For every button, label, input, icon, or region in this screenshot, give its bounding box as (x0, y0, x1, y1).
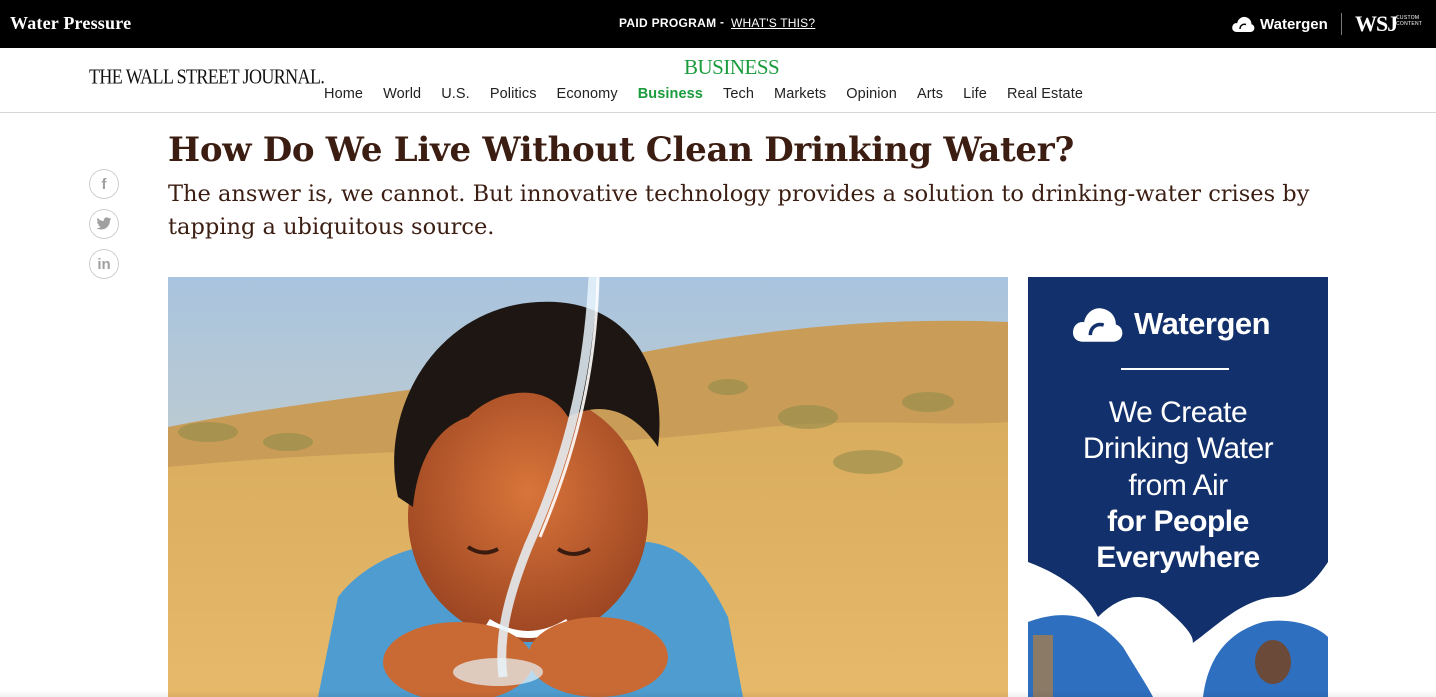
section-label[interactable]: BUSINESS (684, 55, 780, 80)
boy-drinking-water-photo (168, 277, 1008, 697)
ad-line-5: Everywhere (1096, 541, 1260, 574)
paid-program-label: PAID PROGRAM (619, 16, 717, 30)
paid-separator: - (720, 15, 724, 29)
nav-tech[interactable]: Tech (723, 86, 754, 102)
sponsor-name: Watergen (1260, 15, 1328, 33)
custom-content-label: CUSTOM CONTENT (1396, 15, 1423, 27)
top-bar: Water Pressure PAID PROGRAM - WHAT'S THI… (0, 0, 1436, 48)
nav-politics[interactable]: Politics (490, 86, 537, 102)
nav-us[interactable]: U.S. (441, 86, 470, 102)
ad-brand: Watergen (1134, 306, 1271, 341)
ad-rule (1121, 368, 1229, 370)
nav-world[interactable]: World (383, 86, 421, 102)
site-header: THE WALL STREET JOURNAL. BUSINESS Home W… (0, 48, 1436, 113)
ad-logo: Watergen (1068, 304, 1271, 344)
facebook-icon: f (101, 175, 107, 193)
article-dek: The answer is, we cannot. But innovative… (168, 181, 1310, 240)
sponsor-logo[interactable]: Watergen (1231, 13, 1328, 35)
nav-opinion[interactable]: Opinion (846, 86, 897, 102)
wsj-logo[interactable]: THE WALL STREET JOURNAL. (89, 65, 325, 89)
linkedin-share-button[interactable]: in (89, 249, 119, 279)
series-title[interactable]: Water Pressure (10, 13, 131, 34)
nav-arts[interactable]: Arts (917, 86, 943, 102)
ad-line-3: from Air (1128, 469, 1228, 502)
ad-line-1: We Create (1108, 396, 1248, 429)
linkedin-icon: in (97, 255, 111, 273)
facebook-share-button[interactable]: f (89, 169, 119, 199)
nav-real-estate[interactable]: Real Estate (1007, 86, 1083, 102)
whats-this-link[interactable]: WHAT'S THIS? (731, 16, 815, 30)
nav-markets[interactable]: Markets (774, 86, 826, 102)
bottom-shadow (0, 690, 1436, 697)
hero-image (168, 277, 1008, 697)
nav-economy[interactable]: Economy (557, 86, 618, 102)
cloud-icon (1232, 16, 1255, 32)
nav-home[interactable]: Home (324, 86, 363, 102)
nav-life[interactable]: Life (963, 86, 987, 102)
article-headline: How Do We Live Without Clean Drinking Wa… (168, 130, 1074, 170)
ad-line-4: for People (1107, 505, 1249, 538)
main-nav: Home World U.S. Politics Economy Busines… (324, 86, 1103, 102)
topbar-divider (1341, 13, 1342, 35)
wsj-mark[interactable]: WSJ (1355, 11, 1398, 37)
ad-line-2: Drinking Water (1082, 432, 1274, 465)
twitter-share-button[interactable] (89, 209, 119, 239)
watergen-cloud-icon (1073, 308, 1123, 342)
watergen-ad[interactable]: Watergen We Create Drinking Water from A… (1028, 277, 1328, 697)
twitter-icon (96, 217, 112, 230)
nav-business[interactable]: Business (638, 86, 703, 102)
